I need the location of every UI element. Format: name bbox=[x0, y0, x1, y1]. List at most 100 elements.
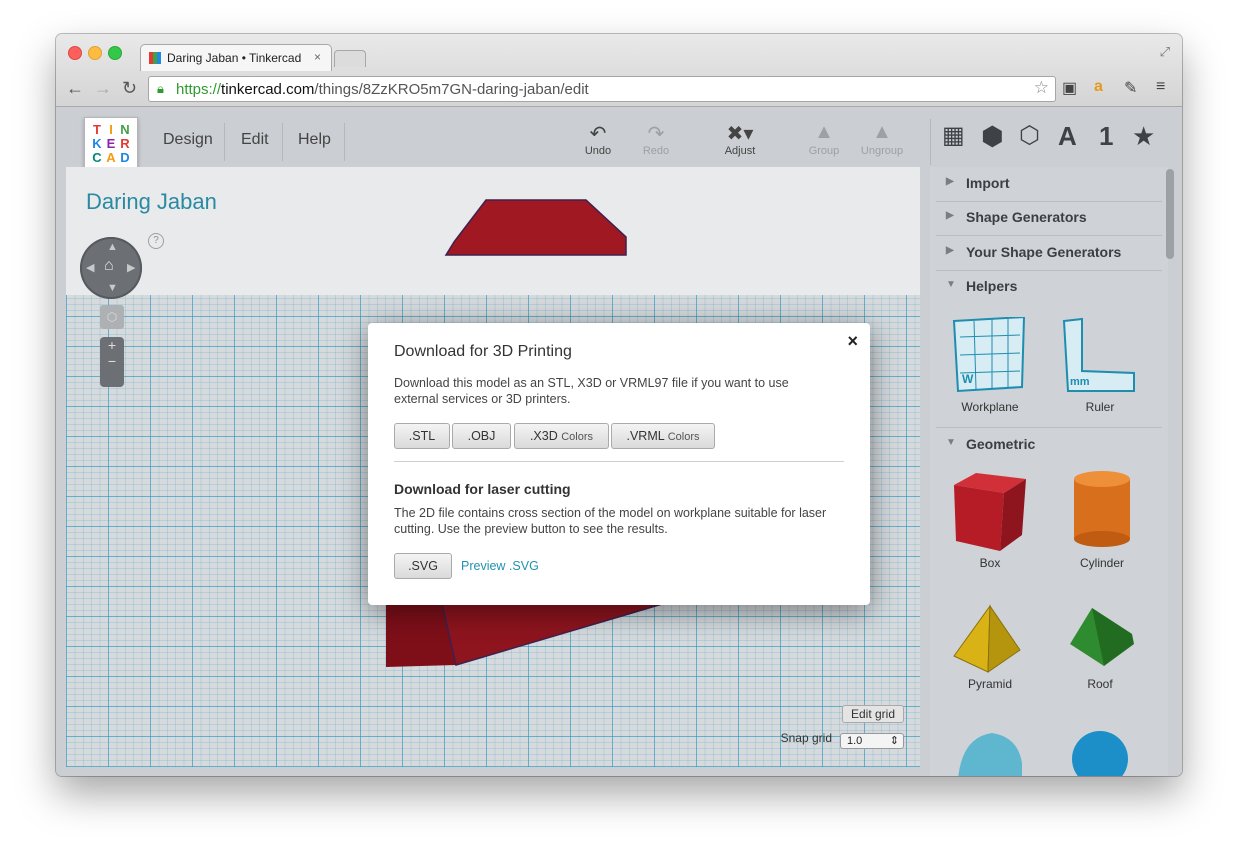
collapse-triangle-icon: ▼ bbox=[946, 279, 956, 290]
adjust-tools-icon: ✖▾ bbox=[726, 123, 754, 145]
close-dialog-icon[interactable]: × bbox=[847, 331, 858, 352]
tinkercad-logo[interactable]: TIN KER CAD bbox=[84, 117, 138, 171]
pyramid-label: Pyramid bbox=[967, 677, 1012, 691]
ruler-shape-icon[interactable]: mm bbox=[1060, 317, 1140, 393]
browser-window: Daring Jaban • Tinkercad × ⤢ ← → ↻ 🔒︎ ht… bbox=[56, 34, 1182, 776]
snap-grid-select[interactable]: 1.0 ⇕ bbox=[840, 733, 904, 749]
back-icon[interactable]: ← bbox=[66, 78, 84, 99]
menu-divider bbox=[282, 123, 283, 161]
undo-icon: ↶ bbox=[589, 123, 607, 145]
text-icon[interactable]: A bbox=[1058, 121, 1077, 152]
group-icon: ▲ bbox=[814, 121, 834, 143]
download-stl-button[interactable]: .STL bbox=[394, 423, 450, 449]
amazon-extension-icon[interactable]: a bbox=[1094, 78, 1103, 96]
section-helpers[interactable]: ▼ Helpers bbox=[936, 270, 1162, 304]
download-svg-button[interactable]: .SVG bbox=[394, 553, 452, 579]
box-shape-icon[interactable] bbox=[950, 469, 1030, 551]
undo-button[interactable]: ↶ Undo bbox=[573, 121, 623, 157]
evernote-extension-icon[interactable]: ✎ bbox=[1124, 78, 1137, 98]
menu-design[interactable]: Design bbox=[163, 131, 213, 149]
dialog-title: Download for 3D Printing bbox=[394, 343, 572, 360]
section-geometric[interactable]: ▼ Geometric bbox=[936, 427, 1162, 462]
half-cylinder-shape-icon[interactable] bbox=[952, 727, 1026, 776]
zoom-control[interactable]: + − bbox=[100, 337, 124, 387]
preview-svg-link[interactable]: Preview .SVG bbox=[461, 559, 539, 573]
fullscreen-icon[interactable]: ⤢ bbox=[1160, 44, 1170, 60]
expand-triangle-icon: ▶ bbox=[946, 176, 954, 187]
redo-button[interactable]: ↷ Redo bbox=[631, 121, 681, 157]
zoom-out-icon[interactable]: − bbox=[100, 353, 124, 369]
menu-edit[interactable]: Edit bbox=[241, 131, 269, 149]
tab-close-icon[interactable]: × bbox=[314, 50, 321, 64]
tinkercad-app: TIN KER CAD Design Edit Help ↶ Undo ↷ Re… bbox=[56, 107, 1182, 776]
roof-shape-icon[interactable] bbox=[1064, 604, 1138, 670]
collapse-triangle-icon: ▼ bbox=[946, 437, 956, 448]
pan-down-icon[interactable]: ▼ bbox=[107, 282, 118, 294]
section-shape-generators[interactable]: ▶ Shape Generators bbox=[936, 201, 1162, 236]
forward-icon[interactable]: → bbox=[94, 78, 112, 99]
select-arrows-icon: ⇕ bbox=[889, 735, 899, 747]
menu-help[interactable]: Help bbox=[298, 131, 331, 149]
ungroup-icon: ▲ bbox=[872, 121, 892, 143]
download-obj-button[interactable]: .OBJ bbox=[452, 423, 511, 449]
pan-left-icon[interactable]: ◀ bbox=[86, 261, 94, 274]
design-title[interactable]: Daring Jaban bbox=[86, 189, 217, 215]
edit-grid-button[interactable]: Edit grid bbox=[841, 705, 904, 723]
new-tab-button[interactable] bbox=[334, 50, 366, 67]
minimize-window-button[interactable] bbox=[88, 46, 102, 60]
star-icon[interactable]: ★ bbox=[1132, 121, 1155, 152]
expand-triangle-icon: ▶ bbox=[946, 245, 954, 256]
zoom-in-icon[interactable]: + bbox=[100, 337, 124, 353]
box-view-icon[interactable]: ⬢ bbox=[981, 121, 1004, 152]
tab-title: Daring Jaban • Tinkercad bbox=[167, 51, 302, 65]
menu-divider bbox=[224, 123, 225, 161]
zoom-window-button[interactable] bbox=[108, 46, 122, 60]
sidebar-scrollbar[interactable] bbox=[1166, 169, 1174, 259]
home-view-icon[interactable]: ⌂ bbox=[104, 257, 114, 275]
close-window-button[interactable] bbox=[68, 46, 82, 60]
cube-outline-icon[interactable]: ⬡ bbox=[1019, 121, 1040, 150]
menu-divider bbox=[344, 123, 345, 161]
cylinder-label: Cylinder bbox=[1079, 556, 1124, 570]
dialog-divider bbox=[394, 461, 844, 462]
bookmark-star-icon[interactable]: ☆ bbox=[1034, 78, 1049, 98]
cylinder-shape-icon[interactable] bbox=[1070, 469, 1134, 549]
download-dialog: Download for 3D Printing × Download this… bbox=[368, 323, 870, 605]
redo-icon: ↷ bbox=[647, 123, 665, 145]
tinkercad-favicon-icon bbox=[149, 52, 161, 64]
browser-chrome: Daring Jaban • Tinkercad × ⤢ ← → ↻ 🔒︎ ht… bbox=[56, 34, 1182, 107]
help-icon[interactable]: ? bbox=[148, 233, 164, 249]
laser-cutting-description: The 2D file contains cross section of th… bbox=[394, 506, 827, 536]
menu-icon[interactable]: ≡ bbox=[1156, 78, 1165, 96]
reload-icon[interactable]: ↻ bbox=[122, 78, 137, 99]
roof-label: Roof bbox=[1087, 677, 1113, 691]
address-bar[interactable]: 🔒︎ https://tinkercad.com/things/8ZzKRO5m… bbox=[148, 76, 1056, 102]
sphere-shape-icon[interactable] bbox=[1070, 729, 1130, 776]
browser-tab[interactable]: Daring Jaban • Tinkercad × bbox=[140, 44, 332, 71]
grid-icon[interactable]: ▦ bbox=[942, 121, 965, 150]
group-button[interactable]: ▲ Group bbox=[799, 121, 849, 157]
pan-up-icon[interactable]: ▲ bbox=[107, 241, 118, 253]
view-cube-icon[interactable]: ⬡ bbox=[100, 305, 124, 329]
view-navigation-wheel[interactable]: ▲ ▼ ◀ ▶ ⌂ bbox=[80, 237, 142, 299]
snap-grid-label: Snap grid bbox=[780, 731, 832, 745]
svg-text:W: W bbox=[962, 372, 974, 386]
url-text[interactable]: https://tinkercad.com/things/8ZzKRO5m7GN… bbox=[176, 81, 589, 98]
box-label: Box bbox=[979, 556, 1001, 570]
download-x3d-button[interactable]: .X3D Colors bbox=[514, 423, 609, 449]
number-icon[interactable]: 1 bbox=[1099, 121, 1113, 152]
dialog-description: Download this model as an STL, X3D or VR… bbox=[394, 376, 789, 406]
laser-cutting-heading: Download for laser cutting bbox=[394, 481, 571, 497]
lock-icon: 🔒︎ bbox=[157, 81, 164, 96]
pan-right-icon[interactable]: ▶ bbox=[127, 261, 135, 274]
workplane-label: Workplane bbox=[961, 400, 1019, 414]
ungroup-button[interactable]: ▲ Ungroup bbox=[857, 121, 907, 157]
section-your-shape-generators[interactable]: ▶ Your Shape Generators bbox=[936, 236, 1162, 271]
pyramid-shape-icon[interactable] bbox=[950, 604, 1024, 674]
adjust-button[interactable]: ✖▾ Adjust bbox=[715, 121, 765, 157]
ruler-label: Ruler bbox=[1085, 400, 1115, 414]
section-import[interactable]: ▶ Import bbox=[936, 167, 1162, 202]
workplane-shape-icon[interactable]: W bbox=[950, 317, 1030, 393]
download-vrml-button[interactable]: .VRML Colors bbox=[611, 423, 715, 449]
cast-extension-icon[interactable]: ▣ bbox=[1062, 78, 1077, 98]
